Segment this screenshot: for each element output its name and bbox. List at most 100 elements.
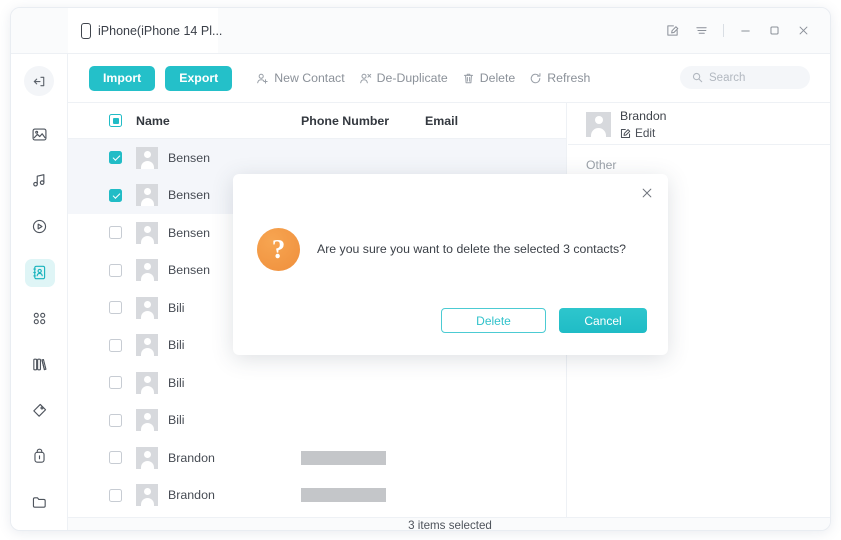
delete-button[interactable]: Delete [462, 71, 515, 85]
avatar [136, 146, 158, 169]
avatar [136, 259, 158, 282]
row-contact-name: Bili [168, 375, 185, 390]
deduplicate-button[interactable]: De-Duplicate [359, 71, 448, 85]
search-input[interactable]: Search [680, 66, 810, 89]
sidebar-item-videos[interactable] [11, 208, 68, 245]
avatar [136, 184, 158, 207]
row-checkbox[interactable] [109, 263, 122, 277]
row-checkbox[interactable] [109, 413, 122, 427]
refresh-icon [530, 72, 541, 83]
contacts-icon [24, 258, 55, 287]
menu-icon[interactable] [687, 16, 716, 46]
edit-contact-button[interactable]: Edit [620, 126, 655, 140]
minimize-button[interactable] [731, 16, 760, 46]
column-header-name[interactable]: Name [136, 114, 170, 128]
row-contact-name: Bensen [168, 225, 211, 240]
photos-icon [25, 121, 55, 149]
device-tab-label: iPhone(iPhone 14 Pl... [98, 23, 223, 38]
row-checkbox[interactable] [109, 488, 122, 502]
window-controls [658, 8, 818, 53]
new-contact-icon [257, 73, 268, 84]
row-contact-name: Brandon [168, 450, 215, 465]
folder-icon [25, 489, 55, 517]
sidebar-item-cloud[interactable] [11, 530, 68, 531]
search-placeholder: Search [709, 71, 746, 84]
sidebar-item-music[interactable] [11, 162, 68, 199]
delete-confirm-dialog: ? Are you sure you want to delete the se… [233, 174, 668, 355]
sidebar-rail [11, 54, 77, 531]
maximize-button[interactable] [760, 16, 789, 46]
detail-contact-name: Brandon [620, 109, 667, 123]
row-phone-redacted [301, 488, 386, 503]
row-phone-redacted [301, 450, 386, 465]
avatar [136, 334, 158, 357]
question-mark-icon: ? [257, 228, 300, 271]
avatar [586, 112, 611, 137]
avatar [136, 446, 158, 469]
row-checkbox[interactable] [109, 151, 122, 165]
phone-icon [81, 22, 91, 39]
apps-icon [25, 305, 55, 333]
sidebar-item-photos[interactable] [11, 116, 68, 153]
table-row[interactable]: Bili [68, 364, 566, 402]
new-contact-label: New Contact [274, 71, 345, 85]
refresh-label: Refresh [547, 71, 591, 85]
import-button[interactable]: Import [89, 65, 156, 91]
back-icon[interactable] [24, 66, 54, 96]
column-header-phone[interactable]: Phone Number [301, 114, 389, 128]
row-contact-name: Bili [168, 300, 185, 315]
dialog-cancel-button[interactable]: Cancel [559, 308, 647, 333]
control-divider [723, 24, 724, 37]
sidebar-item-tags[interactable] [11, 392, 68, 429]
music-icon [25, 167, 55, 195]
edit-icon [620, 128, 631, 138]
status-bar: 3 items selected [68, 517, 830, 531]
row-checkbox[interactable] [109, 376, 122, 390]
sidebar-item-books[interactable] [11, 346, 68, 383]
column-header-email[interactable]: Email [425, 114, 458, 128]
refresh-button[interactable]: Refresh [529, 71, 590, 85]
avatar [136, 221, 158, 244]
row-contact-name: Bili [168, 413, 185, 428]
close-icon [642, 188, 652, 198]
search-icon [692, 72, 703, 83]
export-button[interactable]: Export [165, 65, 233, 91]
sidebar-item-apps[interactable] [11, 300, 68, 337]
row-checkbox[interactable] [109, 188, 122, 202]
row-checkbox[interactable] [109, 226, 122, 240]
safe-lock-icon [25, 443, 55, 471]
edit-label: Edit [635, 126, 656, 140]
table-row[interactable]: Bili [68, 402, 566, 440]
dialog-actions: Delete Cancel [441, 308, 647, 333]
row-contact-name: Bensen [168, 188, 211, 203]
avatar [136, 409, 158, 432]
row-contact-name: Bensen [168, 263, 211, 278]
sidebar-item-files[interactable] [11, 484, 68, 521]
deduplicate-icon [359, 73, 371, 83]
row-checkbox[interactable] [109, 451, 122, 465]
device-tab[interactable]: iPhone(iPhone 14 Pl... [68, 8, 222, 53]
feedback-icon[interactable] [658, 16, 687, 46]
trash-icon [463, 73, 473, 83]
app-window: iPhone(iPhone 14 Pl... Import Export New… [10, 7, 831, 531]
video-icon [25, 213, 55, 241]
row-contact-name: Bensen [168, 150, 211, 165]
sidebar-item-contacts[interactable] [11, 254, 77, 291]
avatar [136, 296, 158, 319]
table-row[interactable]: Brandon [68, 477, 566, 515]
new-contact-button[interactable]: New Contact [256, 71, 345, 85]
table-row[interactable]: Brandon [68, 439, 566, 477]
tag-icon [25, 397, 55, 425]
row-checkbox[interactable] [109, 338, 122, 352]
select-all-checkbox[interactable] [109, 114, 122, 127]
selection-count-label: 3 items selected [408, 518, 492, 531]
dialog-delete-button[interactable]: Delete [441, 308, 546, 333]
sidebar-item-safe[interactable] [11, 438, 68, 475]
dialog-close-button[interactable] [637, 183, 657, 203]
close-button[interactable] [789, 16, 818, 46]
table-header: Name Phone Number Email [68, 103, 566, 139]
row-checkbox[interactable] [109, 301, 122, 315]
table-row[interactable]: Bensen [68, 139, 566, 177]
row-contact-name: Brandon [168, 488, 215, 503]
title-bar: iPhone(iPhone 14 Pl... [11, 8, 830, 54]
